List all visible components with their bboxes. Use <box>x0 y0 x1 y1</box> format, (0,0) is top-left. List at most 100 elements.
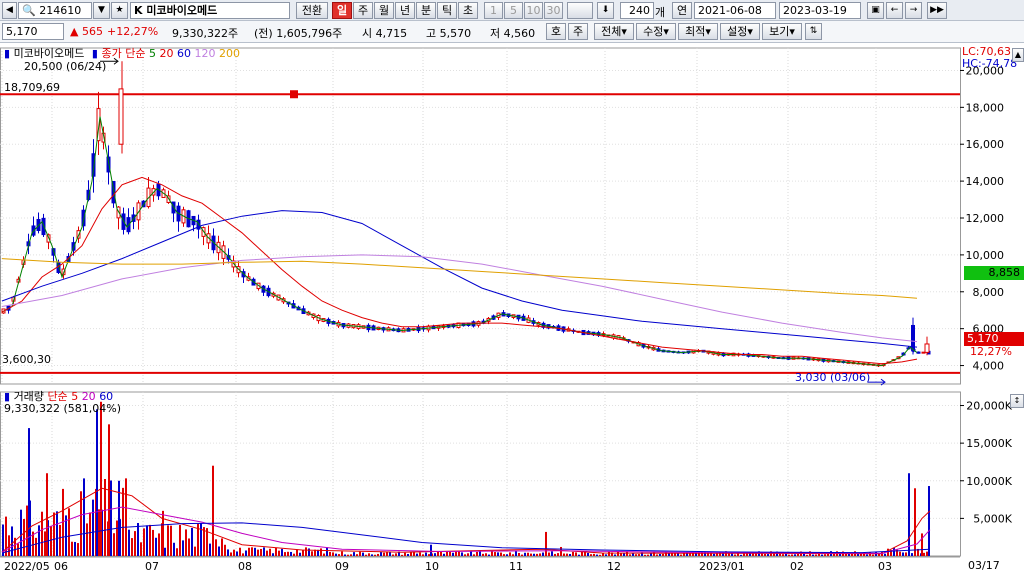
volume-bar <box>551 551 553 556</box>
volume-bar <box>209 543 211 556</box>
volume-bar <box>662 553 664 556</box>
volume-bar <box>341 551 343 556</box>
period-tab[interactable]: 월 <box>374 2 394 19</box>
period-tab[interactable]: 초 <box>458 2 478 19</box>
minute-tab[interactable]: 30 <box>544 2 563 19</box>
volume-bar <box>179 524 181 556</box>
minute-tab[interactable]: 1 <box>484 2 503 19</box>
volume-bar <box>824 554 826 556</box>
period-tab[interactable]: 일 <box>332 2 352 19</box>
volume-bar <box>899 551 901 556</box>
volume-bar <box>518 552 520 556</box>
volume-bar <box>353 552 355 556</box>
period-tab[interactable]: 주 <box>353 2 373 19</box>
stock-button[interactable]: 주 <box>568 23 588 40</box>
x-axis-label: 12 <box>607 560 621 573</box>
volume-bar <box>137 522 139 556</box>
price-field: 5,170 <box>2 23 64 40</box>
volume-bar <box>350 554 352 556</box>
volume-bar <box>359 551 361 556</box>
prev-arrow-icon[interactable]: ◀ <box>2 2 17 19</box>
high-line-label: 18,709,69 <box>4 81 60 94</box>
volume-bar <box>734 554 736 556</box>
arrow-left-icon[interactable]: ← <box>886 2 903 19</box>
volume-bar <box>464 554 466 556</box>
volume-bar <box>53 512 55 556</box>
volume-expand-icon[interactable]: ↕ <box>1010 394 1024 408</box>
volume-bar <box>494 552 496 556</box>
minute-tab[interactable]: 5 <box>504 2 523 19</box>
convert-button[interactable]: 전환 <box>296 2 328 19</box>
volume-bar <box>212 465 214 556</box>
volume-bar <box>374 554 376 556</box>
volume-bar <box>188 538 190 556</box>
volume-bar <box>191 527 193 556</box>
blank-button[interactable] <box>567 2 593 19</box>
legend-ma5: 5 <box>148 47 156 60</box>
price-scroll-icon[interactable]: ▲ <box>1012 48 1024 62</box>
optimize-button[interactable]: 최적▾ <box>678 23 718 40</box>
volume-bar <box>128 529 130 556</box>
date-mode-button[interactable]: 연 <box>672 2 692 19</box>
minute-tab[interactable]: 10 <box>524 2 543 19</box>
volume-bar <box>227 549 229 556</box>
count-input[interactable]: 240 <box>620 2 654 19</box>
volume-bar <box>488 554 490 556</box>
volume-bar <box>104 479 106 556</box>
volume-bar <box>158 533 160 556</box>
volume-bar <box>434 553 436 556</box>
settings-button[interactable]: 설정▾ <box>720 23 760 40</box>
volume-bar <box>17 543 19 556</box>
end-date-input[interactable]: 2023-03-19 ⌄ <box>779 2 861 32</box>
volume-bar <box>713 553 715 556</box>
volume-bar <box>554 553 556 556</box>
menu-icon[interactable]: ▼ <box>93 2 110 19</box>
x-axis-label: 02 <box>790 560 804 573</box>
volume-bar <box>77 543 79 556</box>
period-tab[interactable]: 틱 <box>437 2 457 19</box>
period-tab[interactable]: 분 <box>416 2 436 19</box>
volume-bar <box>182 540 184 556</box>
volume-bar <box>866 554 868 556</box>
start-date-input[interactable]: 2021-06-08 ⌄ <box>694 2 776 32</box>
stock-name-field[interactable]: K 미코바이오메드 <box>130 2 290 19</box>
volume-bar <box>11 526 13 556</box>
down-arrow-icon[interactable]: ⬇ <box>597 2 614 19</box>
star-icon[interactable]: ★ <box>111 2 128 19</box>
x-axis-label: 06 <box>54 560 68 573</box>
volume-bar <box>407 553 409 556</box>
volume-bar <box>410 552 412 556</box>
volume-bar <box>689 553 691 556</box>
volume-bar <box>38 525 40 556</box>
volume-bar <box>332 552 334 556</box>
volume-bar <box>284 552 286 556</box>
volume-bar <box>383 552 385 556</box>
volume-bar <box>377 553 379 556</box>
volume-bar <box>430 544 432 556</box>
volume-bar <box>533 553 535 556</box>
collapse-icon[interactable]: ⇅ <box>805 23 822 40</box>
fast-forward-icon[interactable]: ▶▶ <box>927 2 947 19</box>
modify-button[interactable]: 수정▾ <box>636 23 676 40</box>
quote-button[interactable]: 호 <box>546 23 566 40</box>
volume-bar <box>245 550 247 556</box>
period-tab[interactable]: 년 <box>395 2 415 19</box>
min-annotation: 3,030 (03/06) <box>795 371 871 384</box>
view-button[interactable]: 보기▾ <box>762 23 802 40</box>
all-button[interactable]: 전체▾ <box>594 23 634 40</box>
volume-bar <box>845 553 847 556</box>
volume-bar <box>215 539 217 556</box>
volume-bar <box>110 480 112 556</box>
save-icon[interactable]: ▣ <box>867 2 884 19</box>
volume-bar <box>524 552 526 556</box>
volume-bar <box>233 549 235 556</box>
x-axis-label: 03 <box>878 560 892 573</box>
volume-bar <box>86 523 88 556</box>
arrow-right-icon[interactable]: → <box>905 2 922 19</box>
stock-code-input[interactable]: 🔍 214610 <box>18 2 92 19</box>
volume-bar <box>602 553 604 556</box>
volume-bar <box>578 554 580 556</box>
prev-volume-text: (전) 1,605,796주 <box>254 27 343 40</box>
volume-bar <box>479 551 481 556</box>
grid <box>0 47 961 557</box>
